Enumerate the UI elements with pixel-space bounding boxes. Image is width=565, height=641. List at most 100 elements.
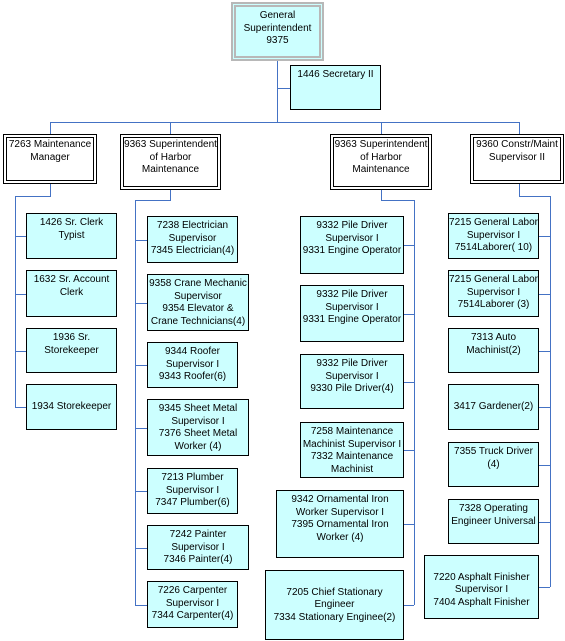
- connector-line: [15, 196, 16, 408]
- box-text-line: Supervisor: [174, 290, 222, 302]
- box-text-line: 9343 Roofer(6): [158, 371, 227, 382]
- box-text-line: 9331 Engine Operator: [302, 314, 402, 325]
- staff-position-box[interactable]: 7238 Electrician Supervisor 7345 Electrici…: [147, 216, 238, 263]
- connector-line: [135, 365, 147, 366]
- staff-position-box[interactable]: 7226 Carpenter Supervisor I 7344 Carpenter…: [147, 581, 238, 628]
- box-text-line: 7238 Electrician: [156, 220, 229, 231]
- connector-line: [539, 587, 550, 588]
- box-text-line: [27, 388, 116, 401]
- connector-line: [135, 200, 171, 201]
- staff-position-box[interactable]: 9332 Pile Driver Supervisor I 9331 Engine …: [300, 216, 404, 274]
- staff-position-box[interactable]: 7213 Plumber Supervisor I 7347 Plumber(6): [147, 468, 238, 514]
- staff-position-box[interactable]: 7220 Asphalt Finisher Supervisor I 7404 As…: [424, 555, 539, 619]
- box-text-line: Machinist: [330, 463, 374, 475]
- box-text-line: Supervisor: [168, 232, 217, 244]
- department-head-box[interactable]: 9363 Superintendent of Harbor Maintenance: [330, 134, 432, 190]
- connector-line: [404, 245, 414, 246]
- box-text-line: 1632 Sr. Account: [33, 274, 110, 285]
- box-text-line: 9332 Pile Driver: [316, 220, 388, 231]
- connector-line: [50, 122, 520, 123]
- connector-line: [170, 190, 171, 200]
- box-text-line: [425, 559, 538, 572]
- connector-line: [539, 236, 550, 237]
- box-text-line: 7344 Carpenter(4): [151, 610, 234, 621]
- staff-position-box[interactable]: 1936 Sr. Storekeeper: [26, 328, 117, 373]
- connector-line: [550, 196, 551, 587]
- connector-line: [170, 122, 171, 134]
- connector-line: [135, 491, 147, 492]
- box-text-line: Superintendent: [243, 22, 312, 34]
- secretary-box[interactable]: 1446 Secretary II: [290, 65, 381, 110]
- connector-line: [135, 548, 147, 549]
- connector-line: [135, 428, 147, 429]
- box-text-line: Worker (4): [316, 531, 364, 543]
- connector-line: [50, 122, 51, 134]
- staff-position-box[interactable]: 7205 Chief Stationary Engineer 7334 Statio…: [265, 570, 404, 640]
- connector-line: [135, 605, 147, 606]
- staff-position-box[interactable]: 9345 Sheet Metal Supervisor I 7376 Sheet M…: [147, 399, 249, 456]
- box-text-line: 9345 Sheet Metal: [158, 403, 238, 414]
- staff-position-box[interactable]: 9344 Roofer Supervisor I 9343 Roofer(6): [147, 342, 238, 388]
- box-text-line: 9375: [266, 35, 289, 46]
- box-text-line: 7213 Plumber: [161, 472, 224, 483]
- connector-line: [15, 196, 51, 197]
- staff-position-box[interactable]: 7328 Operating Engineer Universal: [448, 499, 539, 544]
- box-text-line: 7215 General Labor: [449, 274, 538, 285]
- box-text-line: 7345 Electrician(4): [150, 245, 235, 256]
- staff-position-box[interactable]: 7355 Truck Driver (4): [448, 442, 539, 487]
- department-head-box[interactable]: 9360 Constr/Maint Supervisor II: [470, 134, 564, 184]
- box-text-line: 9358 Crane Mechanic: [149, 278, 247, 289]
- box-text-line: 3417 Gardener(2): [453, 400, 534, 412]
- staff-position-box[interactable]: 9332 Pile Driver Supervisor I 9330 Pile Dr…: [300, 354, 404, 409]
- box-text-line: Supervisor I: [466, 286, 521, 298]
- box-text-line: 7226 Carpenter: [157, 585, 228, 596]
- box-text-line: Typist: [58, 229, 85, 241]
- staff-position-box[interactable]: 7215 General Labor Supervisor I 7514Labore…: [448, 270, 539, 317]
- box-text-line: 7404 Asphalt Finisher: [433, 596, 530, 608]
- connector-line: [277, 88, 290, 89]
- staff-position-box[interactable]: 7242 Painter Supervisor I 7346 Painter(4): [147, 525, 249, 570]
- connector-line: [404, 605, 414, 606]
- department-head-box[interactable]: 7263 Maintenance Manager: [3, 134, 97, 184]
- connector-line: [135, 240, 147, 241]
- box-text-line: 9363 Superintendent: [334, 139, 428, 150]
- connector-line: [15, 236, 26, 237]
- staff-position-box[interactable]: 1934 Storekeeper: [26, 384, 117, 430]
- staff-position-box[interactable]: 7313 Auto Machinist(2): [448, 328, 539, 373]
- department-head-box[interactable]: 9363 Superintendent of Harbor Maintenance: [120, 134, 221, 190]
- box-text-line: of Harbor: [360, 151, 402, 163]
- staff-position-box[interactable]: 7215 General Labor Supervisor I 7514Labore…: [448, 213, 539, 259]
- box-text-line: Supervisor I: [325, 370, 379, 382]
- box-text-line: 9344 Roofer: [164, 346, 221, 357]
- staff-position-box[interactable]: 9342 Ornamental Iron Worker Supervisor I7…: [276, 490, 404, 558]
- box-text-line: 7242 Painter: [169, 529, 227, 540]
- box-text-line: 7215 General Labor: [449, 217, 538, 228]
- box-text-line: 1446 Secretary II: [297, 69, 374, 80]
- box-text-line: Worker (4): [174, 440, 222, 452]
- box-text-line: Clerk: [59, 286, 84, 298]
- staff-position-box[interactable]: 9358 Crane Mechanic Supervisor 9354 Elevat…: [147, 274, 249, 331]
- staff-position-box[interactable]: 1632 Sr. Account Clerk: [26, 270, 117, 317]
- box-text-line: 9363 Superintendent: [124, 139, 217, 150]
- staff-position-box[interactable]: 7258 Maintenance Machinist Supervisor I 73…: [300, 422, 404, 478]
- box-text-line: Supervisor I: [325, 301, 379, 313]
- root-box-general-superintendent[interactable]: General Superintendent 9375: [231, 2, 324, 61]
- box-text-line: 1934 Storekeeper: [31, 400, 112, 412]
- staff-position-box[interactable]: 3417 Gardener(2): [448, 384, 539, 430]
- box-text-line: Engineer: [314, 599, 355, 610]
- connector-line: [15, 294, 26, 295]
- box-text-line: 1936 Sr.: [52, 332, 91, 343]
- staff-position-box[interactable]: 9332 Pile Driver Supervisor I 9331 Engine …: [300, 285, 404, 342]
- box-text-line: 7346 Painter(4): [163, 554, 233, 565]
- connector-line: [414, 200, 415, 605]
- box-text-line: 7332 Maintenance: [310, 451, 394, 462]
- org-chart: General Superintendent 9375 1446 Secretary …: [0, 0, 565, 641]
- box-text-line: 7514Laborer (3): [457, 299, 530, 310]
- box-text-line: [449, 388, 538, 401]
- box-text-line: Manager: [30, 151, 70, 163]
- box-text-line: 7313 Auto: [470, 332, 517, 343]
- connector-line: [404, 314, 414, 315]
- staff-position-box[interactable]: 1426 Sr. Clerk Typist: [26, 213, 117, 259]
- box-text-line: 9331 Engine Operator: [302, 245, 402, 256]
- connector-line: [539, 351, 550, 352]
